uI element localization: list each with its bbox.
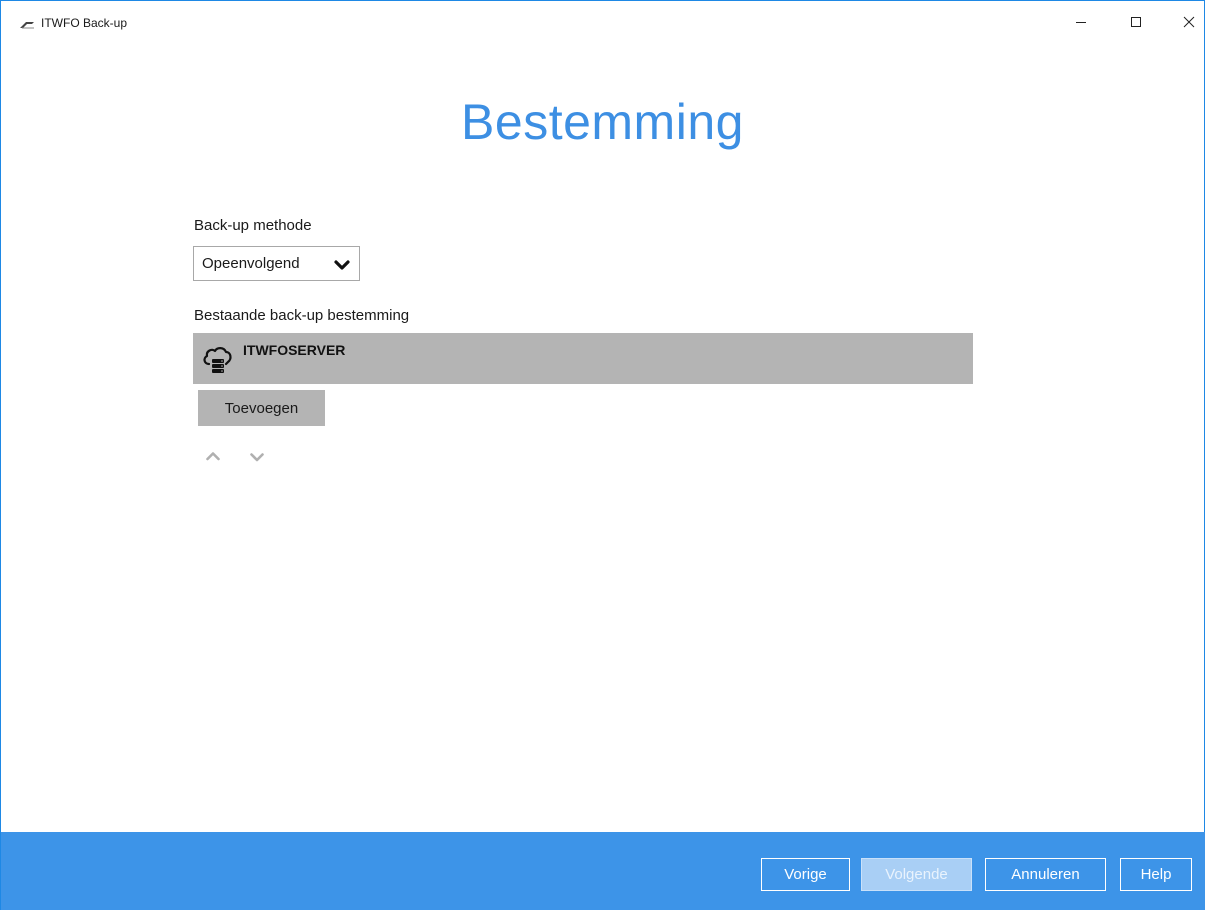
page-title: Bestemming	[461, 94, 744, 150]
existing-destination-label: Bestaande back-up bestemming	[194, 307, 410, 324]
maximize-button[interactable]	[1125, 11, 1147, 33]
window-title: ITWFO Back-up	[41, 16, 128, 30]
close-icon	[1183, 16, 1195, 28]
move-up-button[interactable]	[206, 448, 220, 461]
title-bar: ITWFO Back-up	[1, 1, 1204, 47]
chevron-down-icon	[334, 258, 350, 275]
minimize-icon	[1076, 22, 1086, 23]
backup-method-label: Back-up methode	[194, 217, 312, 234]
previous-button[interactable]: Vorige	[761, 858, 850, 891]
destination-list-item[interactable]: ITWFOSERVER	[193, 333, 973, 384]
destination-name: ITWFOSERVER	[243, 342, 346, 358]
backup-method-value: Opeenvolgend	[202, 255, 300, 272]
close-button[interactable]	[1178, 11, 1200, 33]
maximize-icon	[1131, 17, 1141, 27]
minimize-button[interactable]	[1070, 11, 1092, 33]
itwfo-logo-icon	[19, 17, 35, 29]
move-down-button[interactable]	[250, 449, 264, 462]
chevron-down-icon	[250, 453, 264, 462]
help-button[interactable]: Help	[1120, 858, 1192, 891]
next-button[interactable]: Volgende	[861, 858, 972, 891]
chevron-up-icon	[206, 452, 220, 461]
backup-method-select[interactable]: Opeenvolgend	[193, 246, 360, 281]
app-window: ITWFO Back-up Bestemming Back-up methode…	[0, 0, 1205, 910]
cancel-button[interactable]: Annuleren	[985, 858, 1106, 891]
cloud-server-icon	[201, 342, 233, 376]
add-destination-button[interactable]: Toevoegen	[198, 390, 325, 426]
